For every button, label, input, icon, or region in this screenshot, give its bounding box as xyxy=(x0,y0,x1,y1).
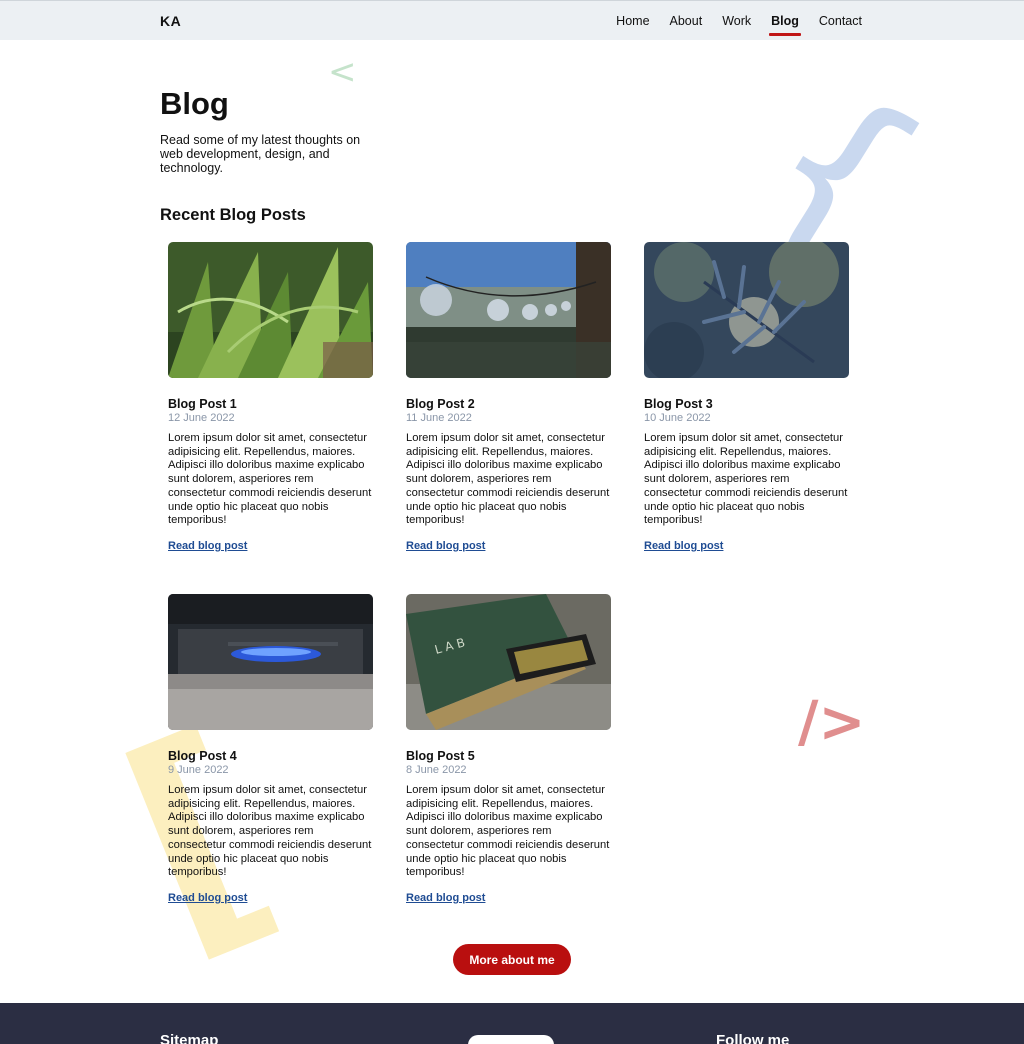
footer-follow-heading: Follow me xyxy=(716,1032,790,1044)
blog-post-title: Blog Post 2 xyxy=(406,397,475,411)
blog-card: L A B Blog Post 5 8 June 2022 Lorem ipsu… xyxy=(406,594,611,906)
read-blog-post-link[interactable]: Read blog post xyxy=(168,540,247,552)
blog-post-excerpt: Lorem ipsum dolor sit amet, consectetur … xyxy=(168,432,372,527)
blog-post-1-image[interactable] xyxy=(168,242,373,378)
read-blog-post-link[interactable]: Read blog post xyxy=(406,892,485,904)
nav-item-home[interactable]: Home xyxy=(616,10,649,32)
blog-post-date: 12 June 2022 xyxy=(168,412,235,424)
read-blog-post-link[interactable]: Read blog post xyxy=(168,892,247,904)
deco-angle-bracket: < xyxy=(328,52,357,92)
blog-post-title: Blog Post 4 xyxy=(168,749,237,763)
footer-sitemap-heading: Sitemap xyxy=(160,1032,219,1044)
section-title: Recent Blog Posts xyxy=(160,206,306,224)
blog-post-4-image[interactable] xyxy=(168,594,373,730)
nav-item-blog[interactable]: Blog xyxy=(769,10,801,36)
blog-post-title: Blog Post 1 xyxy=(168,397,237,411)
nav-item-contact[interactable]: Contact xyxy=(819,10,862,32)
blog-card: Blog Post 3 10 June 2022 Lorem ipsum dol… xyxy=(644,242,849,554)
top-nav: KA Home About Work Blog Contact xyxy=(0,0,1024,40)
blog-card: Blog Post 1 12 June 2022 Lorem ipsum dol… xyxy=(168,242,373,554)
nav-links: Home About Work Blog Contact xyxy=(616,1,862,41)
blog-post-3-image[interactable] xyxy=(644,242,849,378)
blog-post-excerpt: Lorem ipsum dolor sit amet, consectetur … xyxy=(168,784,372,879)
page-intro: Read some of my latest thoughts on web d… xyxy=(160,133,361,175)
nav-item-work[interactable]: Work xyxy=(722,10,751,32)
deco-close-tag: /> xyxy=(798,690,866,755)
blog-post-excerpt: Lorem ipsum dolor sit amet, consectetur … xyxy=(406,784,610,879)
blog-post-excerpt: Lorem ipsum dolor sit amet, consectetur … xyxy=(644,432,848,527)
blog-card: Blog Post 4 9 June 2022 Lorem ipsum dolo… xyxy=(168,594,373,906)
blog-post-title: Blog Post 5 xyxy=(406,749,475,763)
blog-post-date: 9 June 2022 xyxy=(168,764,229,776)
nav-item-about[interactable]: About xyxy=(670,10,703,32)
blog-card: Blog Post 2 11 June 2022 Lorem ipsum dol… xyxy=(406,242,611,554)
blog-post-excerpt: Lorem ipsum dolor sit amet, consectetur … xyxy=(406,432,610,527)
blog-post-date: 10 June 2022 xyxy=(644,412,711,424)
page-title: Blog xyxy=(160,86,229,121)
footer-button[interactable] xyxy=(468,1035,554,1044)
blog-post-title: Blog Post 3 xyxy=(644,397,713,411)
blog-post-date: 11 June 2022 xyxy=(406,412,472,424)
site-logo[interactable]: KA xyxy=(160,13,181,29)
blog-post-date: 8 June 2022 xyxy=(406,764,467,776)
read-blog-post-link[interactable]: Read blog post xyxy=(644,540,723,552)
blog-post-2-image[interactable] xyxy=(406,242,611,378)
more-about-me-button[interactable]: More about me xyxy=(453,944,571,975)
footer: Sitemap Follow me xyxy=(0,1003,1024,1044)
read-blog-post-link[interactable]: Read blog post xyxy=(406,540,485,552)
blog-post-5-image[interactable]: L A B xyxy=(406,594,611,730)
